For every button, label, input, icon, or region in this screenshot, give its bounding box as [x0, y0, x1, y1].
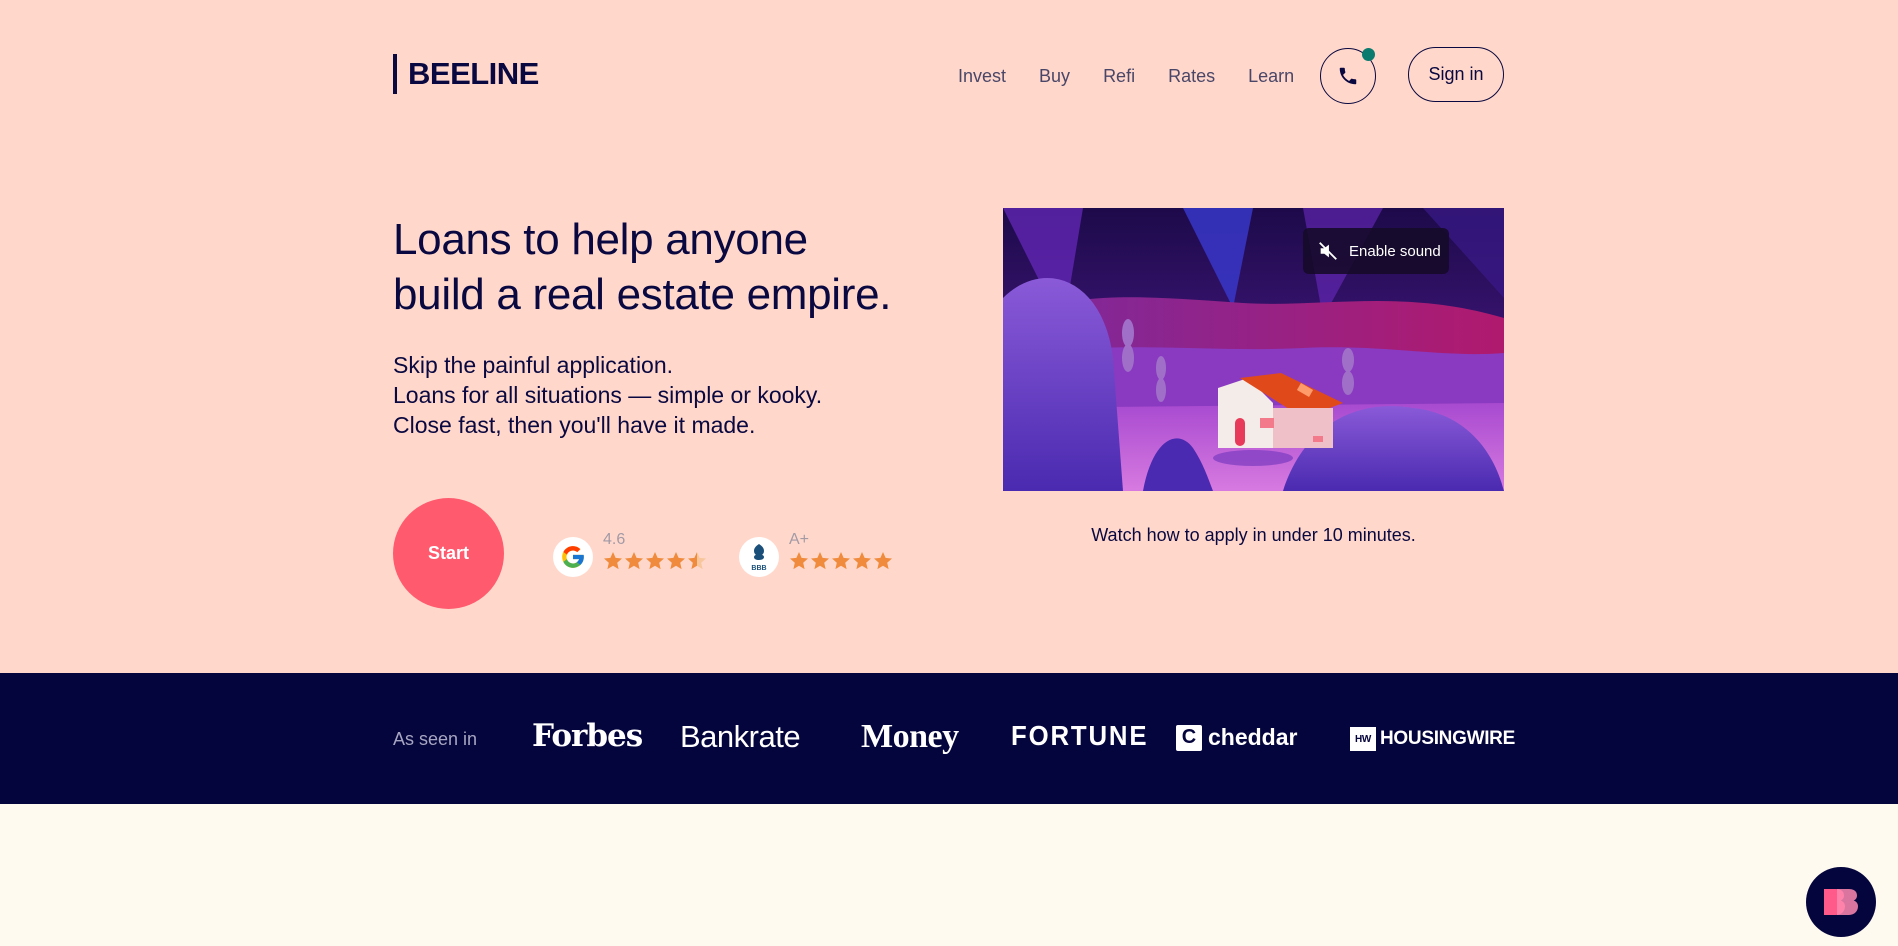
cheddar-wordmark: cheddar — [1208, 724, 1298, 750]
cheddar-mark: C — [1176, 724, 1202, 751]
subtext-line-2: Loans for all situations — simple or koo… — [393, 382, 823, 408]
svg-text:BBB: BBB — [751, 565, 766, 572]
bbb-badge: BBB — [739, 537, 779, 577]
video-caption: Watch how to apply in under 10 minutes. — [1091, 525, 1416, 545]
google-score: 4.6 — [603, 531, 626, 548]
google-rating[interactable]: 4.6 — [553, 530, 709, 578]
google-badge — [553, 537, 593, 577]
hero-section — [0, 0, 1898, 673]
subtext-line-3: Close fast, then you'll have it made. — [393, 412, 756, 438]
start-button[interactable]: Start — [393, 498, 504, 609]
forbes-logo[interactable]: Forbes — [532, 718, 643, 754]
nav-item-rates[interactable]: Rates — [1168, 66, 1215, 87]
hero-headline: Loans to help anyone build a real estate… — [393, 212, 953, 322]
main-nav: Invest Buy Refi Rates Learn — [958, 66, 1294, 87]
fortune-logo[interactable]: FORTUNE — [1011, 720, 1148, 752]
bbb-icon: BBB — [751, 544, 767, 572]
chat-launcher-button[interactable] — [1806, 867, 1876, 937]
headline-line-1: Loans to help anyone — [393, 215, 808, 264]
housingwire-wordmark: HOUSINGWIRE — [1380, 728, 1515, 749]
nav-item-invest[interactable]: Invest — [958, 66, 1006, 87]
headline-line-2: build a real estate empire. — [393, 270, 892, 319]
beeline-chat-icon — [1824, 889, 1858, 915]
google-stars — [603, 550, 709, 578]
beeline-logo[interactable]: BEELINE — [393, 54, 539, 94]
nav-item-refi[interactable]: Refi — [1103, 66, 1135, 87]
muted-speaker-icon — [1319, 242, 1337, 260]
logo-text: BEELINE — [408, 56, 539, 91]
nav-item-learn[interactable]: Learn — [1248, 66, 1294, 87]
bbb-rating[interactable]: BBB A+ — [739, 530, 895, 578]
subtext-line-1: Skip the painful application. — [393, 352, 674, 378]
housingwire-logo[interactable]: HW HOUSINGWIRE — [1350, 727, 1515, 751]
nav-item-buy[interactable]: Buy — [1039, 66, 1070, 87]
google-icon — [562, 546, 584, 568]
enable-sound-label: Enable sound — [1349, 242, 1441, 260]
sign-in-button[interactable]: Sign in — [1408, 47, 1504, 102]
money-logo[interactable]: Money — [861, 718, 959, 756]
hero-subtext: Skip the painful application. Loans for … — [393, 350, 822, 440]
bbb-score: A+ — [789, 531, 810, 548]
cheddar-logo[interactable]: C cheddar — [1176, 724, 1297, 751]
housingwire-mark: HW — [1350, 727, 1376, 751]
bankrate-logo[interactable]: Bankrate — [680, 719, 801, 755]
enable-sound-button[interactable]: Enable sound — [1303, 228, 1449, 274]
bbb-stars — [789, 550, 895, 578]
press-label: As seen in — [393, 729, 478, 749]
online-status-dot — [1362, 48, 1375, 61]
phone-icon — [1339, 67, 1357, 85]
logo-bar — [393, 54, 397, 94]
